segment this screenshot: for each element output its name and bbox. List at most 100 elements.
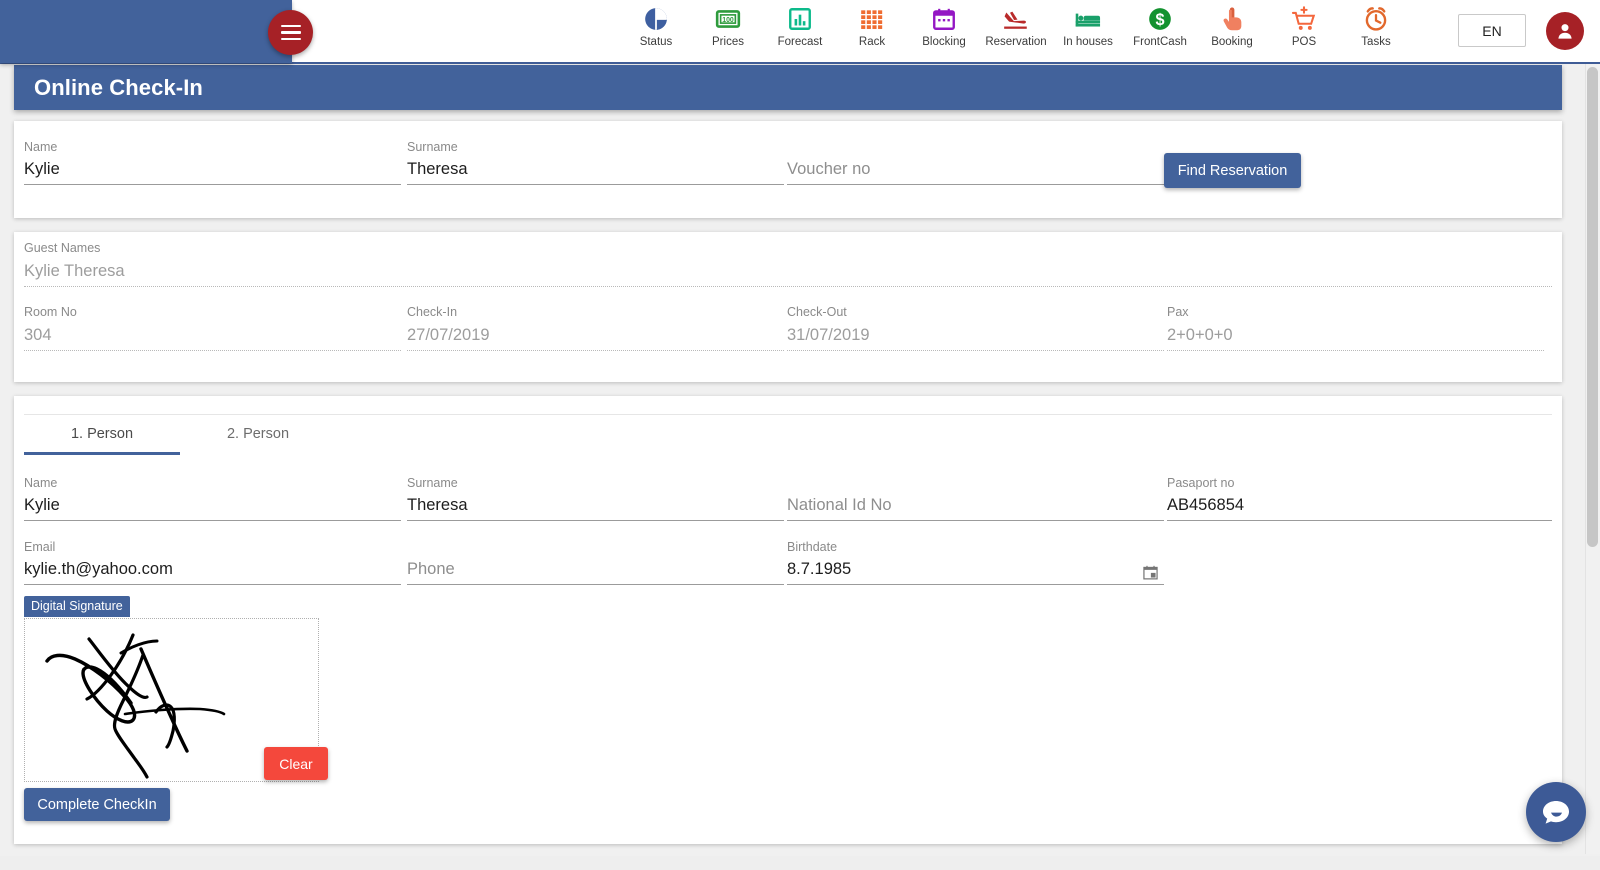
top-navigation-bar: Status 100 Prices Forecast Rack Blocking… — [0, 0, 1600, 64]
language-selector[interactable]: EN — [1458, 14, 1526, 47]
scrollbar-thumb[interactable] — [1587, 67, 1598, 547]
search-voucher-field-group — [787, 140, 1164, 185]
person-name-field-group: Name — [24, 476, 401, 521]
person-passport-input[interactable] — [1167, 495, 1552, 521]
pax-field: Pax 2+0+0+0 — [1167, 305, 1544, 351]
nav-item-tasks[interactable]: Tasks — [1340, 0, 1412, 63]
menu-icon[interactable] — [268, 10, 313, 55]
check-in-field: Check-In 27/07/2019 — [407, 305, 784, 351]
airplane-landing-icon — [1002, 5, 1030, 33]
dollar-coin-icon: $ — [1146, 5, 1174, 33]
check-in-value: 27/07/2019 — [407, 326, 784, 351]
calendar-icon — [930, 5, 958, 33]
room-no-field: Room No 304 — [24, 305, 401, 351]
nav-item-status[interactable]: Status — [620, 0, 692, 63]
nav-item-label: Prices — [712, 36, 744, 48]
nav-item-prices[interactable]: 100 Prices — [692, 0, 764, 63]
check-out-field: Check-Out 31/07/2019 — [787, 305, 1164, 351]
nav-item-frontcash[interactable]: $ FrontCash — [1124, 0, 1196, 63]
nav-item-label: Tasks — [1361, 36, 1391, 48]
person-email-field-group: Email — [24, 540, 401, 585]
menu-icon-bar — [280, 31, 301, 34]
search-surname-input[interactable] — [407, 159, 784, 185]
page-title-bar: Online Check-In — [14, 65, 1562, 110]
search-voucher-input[interactable] — [787, 159, 1164, 185]
nav-item-label: Status — [639, 36, 673, 48]
svg-text:100: 100 — [722, 17, 734, 24]
pax-label: Pax — [1167, 305, 1189, 319]
nav-item-rack[interactable]: Rack — [836, 0, 908, 63]
nav-item-label: Rack — [858, 36, 886, 48]
person-passport-field-group: Pasaport no — [1167, 476, 1552, 521]
nav-item-booking[interactable]: Booking — [1196, 0, 1268, 63]
menu-icon-bar — [280, 24, 301, 28]
alarm-clock-icon — [1362, 5, 1390, 33]
search-name-label: Name — [24, 140, 58, 154]
nav-item-in-houses[interactable]: In houses — [1052, 0, 1124, 63]
nav-item-forecast[interactable]: Forecast — [764, 0, 836, 63]
vertical-scrollbar[interactable] — [1585, 64, 1600, 854]
nav-item-blocking[interactable]: Blocking — [908, 0, 980, 63]
user-account-icon[interactable] — [1546, 12, 1584, 50]
menu-icon-bar — [280, 37, 301, 41]
nav-item-label: Forecast — [777, 36, 823, 48]
person-surname-input[interactable] — [407, 495, 784, 521]
clear-signature-button[interactable]: Clear — [264, 747, 328, 780]
pie-chart-icon — [642, 5, 670, 33]
complete-checkin-button[interactable]: Complete CheckIn — [24, 788, 170, 821]
search-name-field-group: Name — [24, 140, 401, 185]
svg-text:$: $ — [1155, 11, 1164, 29]
nav-item-label: Booking — [1211, 36, 1253, 48]
check-out-label: Check-Out — [787, 305, 847, 319]
nav-item-label: FrontCash — [1133, 36, 1187, 48]
guest-names-field: Guest Names Kylie Theresa — [24, 241, 1552, 287]
person-surname-field-group: Surname — [407, 476, 784, 521]
nav-item-pos[interactable]: POS — [1268, 0, 1340, 63]
person-phone-field-group — [407, 540, 784, 585]
person-details-card: 1. Person 2. Person Name Surname Pasapor… — [14, 396, 1562, 844]
search-name-input[interactable] — [24, 159, 401, 185]
person-email-input[interactable] — [24, 559, 401, 585]
room-no-value: 304 — [24, 326, 401, 351]
price-tag-100-icon: 100 — [714, 5, 742, 33]
nav-item-reservation[interactable]: Reservation — [980, 0, 1052, 63]
language-label: EN — [1482, 22, 1502, 39]
check-in-label: Check-In — [407, 305, 458, 319]
bottom-strip — [0, 856, 1600, 870]
page-title: Online Check-In — [34, 74, 203, 100]
tab-person-2[interactable]: 2. Person — [180, 415, 336, 455]
nav-item-label: Blocking — [922, 36, 966, 48]
reservation-details-card: Guest Names Kylie Theresa Room No 304 Ch… — [14, 232, 1562, 382]
nav-item-label: Reservation — [985, 36, 1047, 48]
tab-person-1[interactable]: 1. Person — [24, 415, 180, 455]
nav-item-label: POS — [1291, 36, 1317, 48]
person-surname-label: Surname — [407, 476, 458, 490]
guest-names-value: Kylie Theresa — [24, 262, 1552, 287]
person-name-input[interactable] — [24, 495, 401, 521]
bar-chart-icon — [786, 5, 814, 33]
nav-brand-panel — [0, 0, 292, 63]
nav-item-label: In houses — [1063, 36, 1113, 48]
hand-pointer-icon — [1218, 5, 1246, 33]
bed-icon — [1074, 5, 1102, 33]
nav-items-list: Status 100 Prices Forecast Rack Blocking… — [620, 0, 1412, 63]
chat-bubble-smile-icon[interactable] — [1526, 782, 1586, 842]
person-birthdate-input[interactable] — [787, 559, 1164, 585]
guest-names-label: Guest Names — [24, 241, 101, 255]
room-no-label: Room No — [24, 305, 77, 319]
pax-value: 2+0+0+0 — [1167, 326, 1544, 351]
person-birthdate-field-group: Birthdate — [787, 540, 1164, 585]
person-birthdate-label: Birthdate — [787, 540, 838, 554]
shopping-cart-plus-icon — [1290, 5, 1318, 33]
person-phone-input[interactable] — [407, 559, 784, 585]
reservation-search-card: Name Surname Find Reservation — [14, 121, 1562, 218]
check-out-value: 31/07/2019 — [787, 326, 1164, 351]
calendar-picker-icon[interactable] — [1143, 565, 1158, 585]
person-national-id-field-group — [787, 476, 1164, 521]
search-surname-label: Surname — [407, 140, 458, 154]
person-tabs: 1. Person 2. Person — [24, 414, 1552, 455]
search-surname-field-group: Surname — [407, 140, 784, 185]
digital-signature-label: Digital Signature — [24, 596, 130, 617]
person-national-id-input[interactable] — [787, 495, 1164, 521]
find-reservation-button[interactable]: Find Reservation — [1164, 153, 1301, 188]
